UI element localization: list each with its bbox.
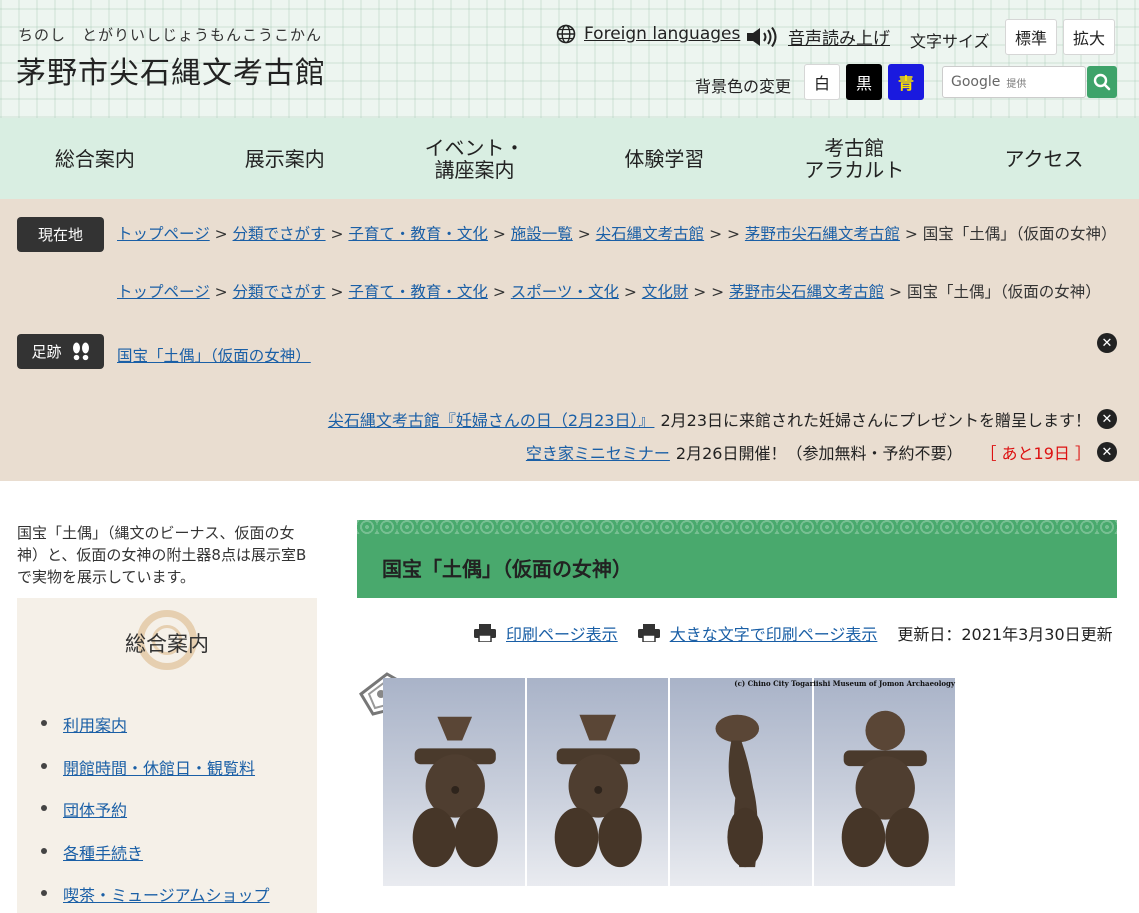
globe-icon	[556, 24, 576, 44]
breadcrumb-link[interactable]: 施設一覧	[511, 225, 573, 243]
print-large-link[interactable]: 大きな文字で印刷ページ表示	[637, 621, 878, 645]
breadcrumb-link[interactable]: 文化財	[642, 283, 689, 301]
sidebar-item: 各種手続き	[39, 840, 270, 883]
voice-reading-link[interactable]: 音声読み上げ	[746, 24, 890, 49]
heading-pattern	[357, 520, 1117, 534]
search-icon	[1093, 73, 1111, 91]
sidebar-item: 団体予約	[39, 797, 270, 840]
sidebar-item-link[interactable]: 開館時間・休館日・観覧料	[63, 755, 255, 779]
sidebar-item-link[interactable]: 団体予約	[63, 797, 127, 821]
sidebar-item: 利用案内	[39, 712, 270, 755]
foreign-languages-label[interactable]: Foreign languages	[584, 24, 740, 44]
breadcrumb: トップページ > 分類でさがす > 子育て・教育・文化 > 施設一覧 > 尖石縄…	[117, 225, 1117, 243]
notice-item: 尖石縄文考古館『妊婦さんの日（2月23日）』 2月23日に来館された妊婦さんにプ…	[328, 407, 1117, 431]
sidebar-intro-text: 国宝「土偶」（縄文のビーナス、仮面の女神）と、仮面の女神の附土器8点は展示室Bで…	[17, 524, 307, 586]
font-size-large-button[interactable]: 拡大	[1063, 19, 1115, 55]
nav-item-experience[interactable]: 体験学習	[569, 118, 759, 199]
print-large-label[interactable]: 大きな文字で印刷ページ表示	[670, 621, 878, 645]
footprint-link[interactable]: 国宝「土偶」（仮面の女神）	[117, 344, 311, 366]
updated-date: 更新日：2021年3月30日更新	[897, 625, 1113, 644]
footprints-icon	[72, 342, 89, 360]
printer-icon	[637, 624, 660, 642]
breadcrumb-link[interactable]: トップページ	[117, 283, 210, 301]
notice-text: 2月23日に来館された妊婦さんにプレゼントを贈呈します！	[660, 411, 1091, 430]
search-button[interactable]	[1087, 66, 1117, 98]
photo-credit: (c) Chino City Togariishi Museum of Jomo…	[734, 679, 955, 688]
page-title: 国宝「土偶」（仮面の女神）	[382, 557, 632, 581]
site-header: ちのし とがりいしじょうもんこうこかん 茅野市尖石縄文考古館 Foreign l…	[0, 0, 1139, 118]
breadcrumb-current: 国宝「土偶」（仮面の女神）	[922, 225, 1117, 243]
breadcrumb-link[interactable]: 茅野市尖石縄文考古館	[729, 283, 884, 301]
breadcrumb-link[interactable]: 茅野市尖石縄文考古館	[745, 225, 900, 243]
notice-close-icon[interactable]: ✕	[1097, 409, 1117, 429]
notice-remaining-days: ［ あと19日 ］	[980, 444, 1091, 463]
breadcrumb-link[interactable]: 分類でさがす	[233, 283, 326, 301]
nav-item-general-info[interactable]: 総合案内	[0, 118, 190, 199]
background-color-label: 背景色の変更	[695, 77, 792, 96]
search-google-label: Google	[951, 74, 1001, 90]
breadcrumb: トップページ > 分類でさがす > 子育て・教育・文化 > スポーツ・文化 > …	[117, 283, 1101, 301]
notice-link[interactable]: 空き家ミニセミナー	[526, 440, 670, 464]
search-input[interactable]: Google 提供	[942, 66, 1086, 98]
dogu-photo: (c) Chino City Togariishi Museum of Jomo…	[357, 666, 957, 888]
site-title[interactable]: 茅野市尖石縄文考古館	[16, 48, 326, 92]
breadcrumb-link[interactable]: 子育て・教育・文化	[348, 225, 488, 243]
global-nav: 総合案内 展示案内 イベント・ 講座案内 体験学習 考古館 アラカルト アクセス	[0, 118, 1139, 199]
breadcrumb-link[interactable]: スポーツ・文化	[511, 283, 619, 301]
photo-panel	[383, 678, 527, 886]
sidebar-title: 総合案内	[125, 632, 209, 656]
sidebar-item-link[interactable]: 各種手続き	[63, 840, 143, 864]
notice-close-icon[interactable]: ✕	[1097, 442, 1117, 462]
breadcrumb-link[interactable]: 尖石縄文考古館	[596, 225, 705, 243]
site-title-ruby: ちのし とがりいしじょうもんこうこかん	[18, 26, 323, 44]
font-size-standard-button[interactable]: 標準	[1005, 19, 1057, 55]
print-label[interactable]: 印刷ページ表示	[506, 621, 618, 645]
photo-panels	[383, 678, 955, 886]
search-provided-label: 提供	[1006, 78, 1027, 90]
print-link[interactable]: 印刷ページ表示	[474, 621, 618, 645]
printer-icon	[474, 624, 496, 642]
speaker-icon	[747, 26, 777, 47]
sidebar-item: 喫茶・ミュージアムショップ	[39, 882, 270, 913]
breadcrumb-link[interactable]: 子育て・教育・文化	[348, 283, 488, 301]
footprint-label: 足跡	[31, 343, 62, 361]
nav-item-exhibition[interactable]: 展示案内	[190, 118, 380, 199]
page-tools: 印刷ページ表示 大きな文字で印刷ページ表示 更新日：2021年3月30日更新	[474, 621, 1113, 645]
notice-item: 空き家ミニセミナー 2月26日開催！（参加無料・予約不要） ［ あと19日 ］ …	[526, 440, 1117, 464]
bg-blue-button[interactable]: 青	[888, 64, 924, 100]
notice-text: 2月26日開催！（参加無料・予約不要）	[675, 444, 963, 463]
breadcrumb-link[interactable]: 分類でさがす	[233, 225, 326, 243]
font-size-label: 文字サイズ	[910, 32, 990, 51]
sidebar-item-link[interactable]: 喫茶・ミュージアムショップ	[63, 882, 270, 906]
nav-item-a-la-carte[interactable]: 考古館 アラカルト	[759, 118, 949, 199]
photo-panel	[670, 678, 814, 886]
sidebar-item: 開館時間・休館日・観覧料	[39, 755, 270, 798]
current-location-tag: 現在地	[17, 217, 104, 252]
breadcrumb-link[interactable]: トップページ	[117, 225, 210, 243]
sidebar-menu: 総合案内 利用案内 開館時間・休館日・観覧料 団体予約 各種手続き 喫茶・ミュー…	[17, 598, 317, 913]
bg-black-button[interactable]: 黒	[846, 64, 882, 100]
foreign-languages-link[interactable]: Foreign languages	[556, 24, 740, 44]
footprint-tag: 足跡	[17, 334, 104, 369]
nav-item-access[interactable]: アクセス	[949, 118, 1139, 199]
breadcrumb-current: 国宝「土偶」（仮面の女神）	[906, 283, 1101, 301]
nav-item-events[interactable]: イベント・ 講座案内	[380, 118, 570, 199]
sidebar-list: 利用案内 開館時間・休館日・観覧料 団体予約 各種手続き 喫茶・ミュージアムショ…	[39, 712, 270, 913]
photo-panel	[526, 678, 670, 886]
photo-panel	[813, 678, 955, 886]
voice-reading-label[interactable]: 音声読み上げ	[788, 24, 890, 49]
notice-link[interactable]: 尖石縄文考古館『妊婦さんの日（2月23日）』	[328, 407, 655, 431]
footprint-clear-close-icon[interactable]: ✕	[1097, 333, 1117, 353]
page-heading-box: 国宝「土偶」（仮面の女神）	[357, 520, 1117, 598]
breadcrumb-area: 現在地 トップページ > 分類でさがす > 子育て・教育・文化 > 施設一覧 >…	[0, 199, 1139, 481]
sidebar-item-link[interactable]: 利用案内	[63, 712, 127, 736]
bg-white-button[interactable]: 白	[804, 64, 840, 100]
